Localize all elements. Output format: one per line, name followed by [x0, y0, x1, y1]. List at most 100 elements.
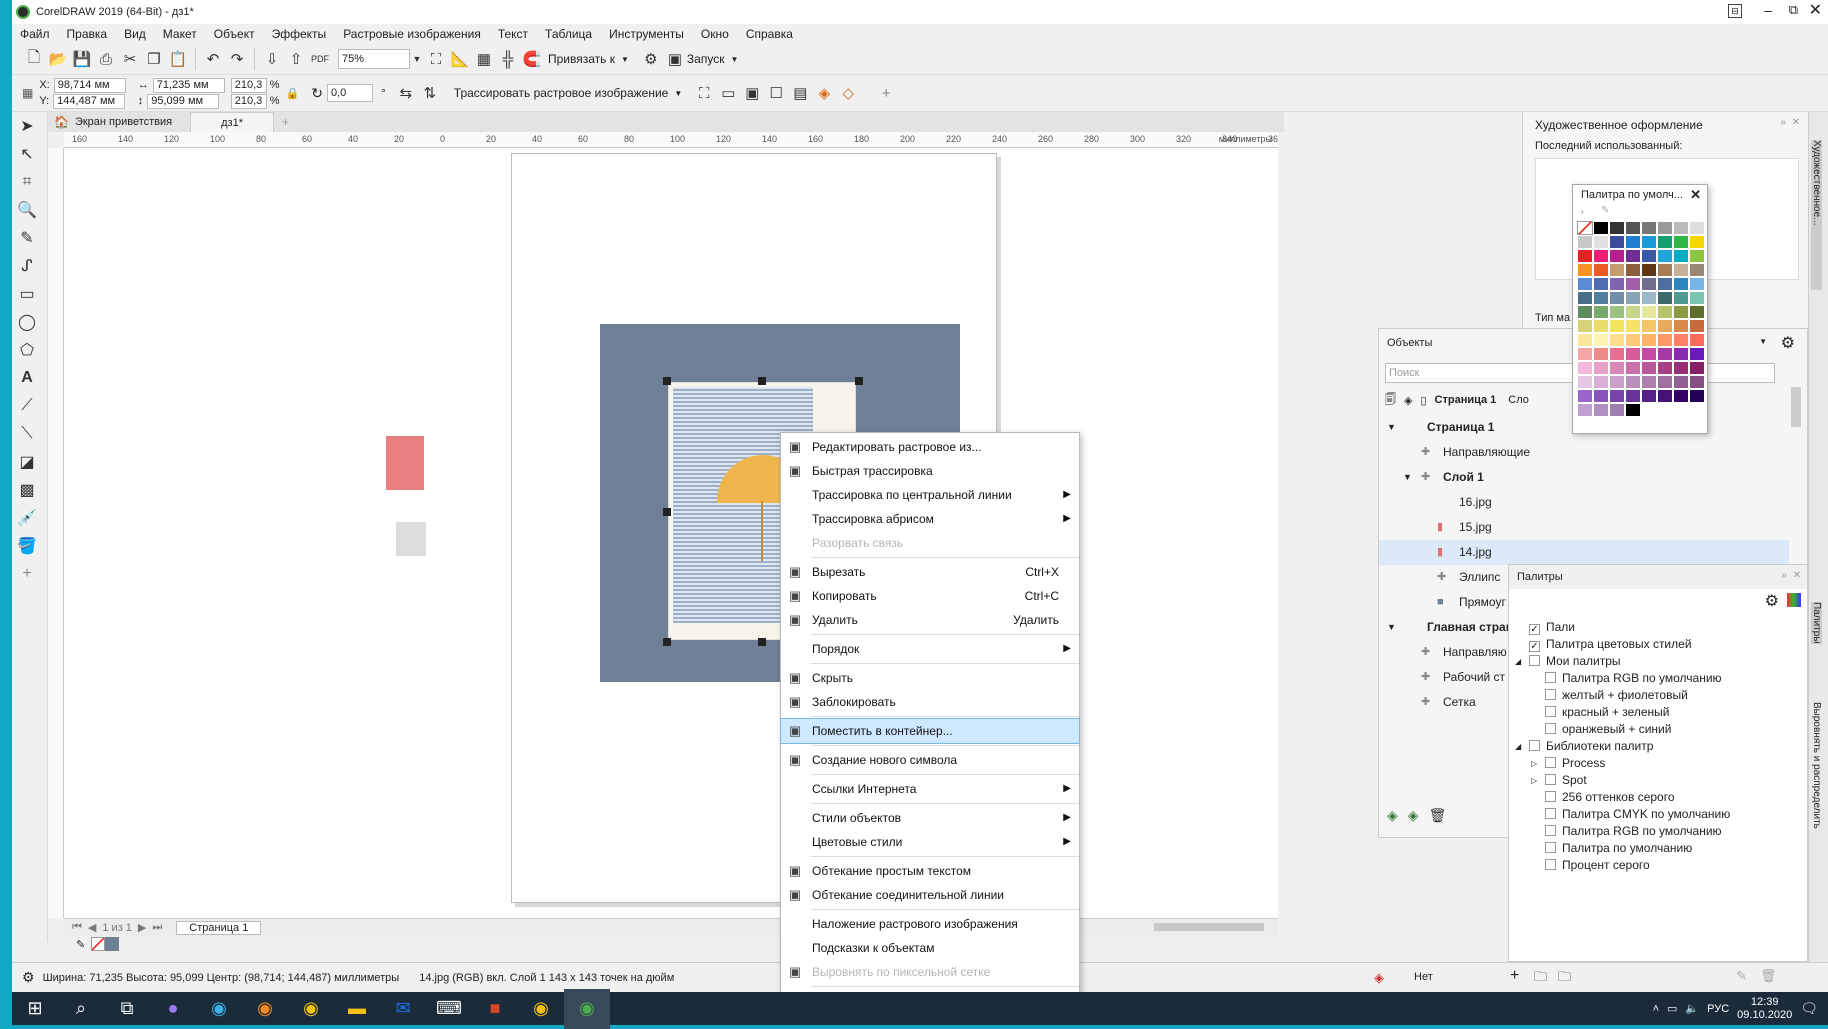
- menu-1[interactable]: Правка: [67, 27, 108, 41]
- objects-scrollbar[interactable]: [1791, 387, 1801, 427]
- color-swatch[interactable]: [1673, 347, 1689, 361]
- launch-dropdown[interactable]: Запуск: [687, 52, 725, 66]
- palette-tree-row[interactable]: желтый + фиолетовый: [1515, 687, 1795, 704]
- color-swatch[interactable]: [1689, 277, 1705, 291]
- new-master-layer-icon[interactable]: ◈: [1408, 807, 1419, 824]
- palette-tree-row[interactable]: ✓ Палитра цветовых стилей: [1515, 636, 1795, 653]
- color-swatch[interactable]: [1673, 305, 1689, 319]
- color-swatch[interactable]: [1593, 305, 1609, 319]
- snap-to-dropdown[interactable]: Привязать к: [548, 52, 615, 66]
- color-swatch[interactable]: [1689, 347, 1705, 361]
- object-tree-row[interactable]: ✚ Направляющие: [1379, 440, 1789, 465]
- coreldraw-taskbar-icon[interactable]: ◉: [564, 988, 610, 1029]
- selection-handle[interactable]: [663, 638, 671, 646]
- color-swatch[interactable]: [1577, 333, 1593, 347]
- color-swatch[interactable]: [1673, 319, 1689, 333]
- rotation-angle-input[interactable]: 0,0: [326, 84, 373, 102]
- horizontal-ruler[interactable]: миллиметры 160 140 120 100 80 60 40 20 0 20 40 60 80…: [64, 132, 1278, 148]
- color-swatch[interactable]: [1577, 347, 1593, 361]
- menu-11[interactable]: Справка: [746, 27, 793, 41]
- color-swatch[interactable]: [1657, 375, 1673, 389]
- vertical-ruler[interactable]: [48, 148, 64, 918]
- to-back-icon[interactable]: ◇: [836, 81, 860, 105]
- last-page-icon[interactable]: ⏭: [152, 921, 162, 934]
- image-16-thumbnail[interactable]: [396, 522, 426, 556]
- menu-9[interactable]: Инструменты: [609, 27, 684, 41]
- color-swatch[interactable]: [1625, 277, 1641, 291]
- close-window-icon[interactable]: ✕: [1809, 0, 1822, 20]
- color-swatch[interactable]: [1577, 277, 1593, 291]
- shape-tool-icon[interactable]: ↖: [12, 140, 42, 168]
- color-swatch[interactable]: [1593, 389, 1609, 403]
- color-swatch[interactable]: [1657, 347, 1673, 361]
- palette-tree-row[interactable]: ◢ Мои палитры: [1515, 653, 1795, 670]
- eyedropper-tool-icon[interactable]: 💉: [12, 504, 42, 532]
- color-swatch[interactable]: [1577, 221, 1593, 235]
- color-swatch[interactable]: [1577, 263, 1593, 277]
- height-input[interactable]: 95,099 мм: [147, 93, 220, 109]
- color-swatch[interactable]: [1625, 221, 1641, 235]
- palette-checkbox[interactable]: [1529, 655, 1540, 666]
- context-menu-item[interactable]: ▣ Поместить в контейнер...: [780, 718, 1080, 744]
- popup-eyedropper-icon[interactable]: ✎: [1601, 205, 1609, 216]
- color-swatch[interactable]: [1625, 403, 1641, 417]
- color-swatch[interactable]: [1593, 375, 1609, 389]
- color-swatch[interactable]: [1673, 263, 1689, 277]
- palette-checkbox[interactable]: [1529, 740, 1540, 751]
- palette-checkbox[interactable]: [1545, 672, 1556, 683]
- color-swatch[interactable]: [1641, 235, 1657, 249]
- new-tab-icon[interactable]: +: [282, 115, 289, 129]
- color-swatch[interactable]: [1641, 305, 1657, 319]
- color-swatch[interactable]: [1593, 361, 1609, 375]
- edge-icon[interactable]: ◉: [196, 989, 242, 1029]
- menu-6[interactable]: Растровые изображения: [343, 27, 481, 41]
- width-input[interactable]: 71,235 мм: [152, 77, 225, 93]
- layers-icon[interactable]: ◈: [1404, 394, 1412, 407]
- color-swatch[interactable]: [1609, 333, 1625, 347]
- delete-icon[interactable]: 🗑: [1429, 807, 1447, 824]
- color-swatch[interactable]: [1641, 361, 1657, 375]
- home-icon[interactable]: 🏠: [54, 115, 69, 129]
- drop-shadow-tool-icon[interactable]: ◪: [12, 448, 42, 476]
- color-swatch[interactable]: [1593, 403, 1609, 417]
- menu-2[interactable]: Вид: [124, 27, 146, 41]
- selection-handle[interactable]: [663, 508, 671, 516]
- color-swatch[interactable]: [1689, 389, 1705, 403]
- status-gear-icon[interactable]: ⚙: [22, 969, 35, 986]
- eyedropper-small-icon[interactable]: ✎: [76, 938, 85, 951]
- menu-0[interactable]: Файл: [20, 27, 50, 41]
- object-tree-row[interactable]: 16.jpg: [1379, 490, 1789, 515]
- context-menu-item[interactable]: ▣ Вырезать Ctrl+X: [781, 560, 1079, 584]
- palette-checkbox[interactable]: [1545, 791, 1556, 802]
- save-icon[interactable]: 💾: [70, 47, 94, 71]
- expand-icon[interactable]: ▼: [1387, 415, 1396, 440]
- color-swatch[interactable]: [1593, 249, 1609, 263]
- page-view-icon[interactable]: 🗐: [1385, 391, 1396, 410]
- color-swatch[interactable]: [1609, 291, 1625, 305]
- color-swatch[interactable]: [1673, 375, 1689, 389]
- task-view-icon[interactable]: ⧉: [104, 989, 150, 1029]
- freehand-tool-icon[interactable]: ✎: [12, 224, 42, 252]
- color-swatch[interactable]: [1689, 235, 1705, 249]
- restore-icon[interactable]: ⧉: [1789, 2, 1798, 18]
- menu-3[interactable]: Макет: [163, 27, 197, 41]
- context-menu-item[interactable]: Трассировка по центральной линии ▶: [781, 483, 1079, 507]
- clock[interactable]: 12:39 09.10.2020: [1737, 996, 1792, 1022]
- palette-tree-row[interactable]: ▷ Spot: [1515, 772, 1795, 789]
- color-swatch[interactable]: [1657, 249, 1673, 263]
- color-swatch[interactable]: [1625, 375, 1641, 389]
- tray-expand-icon[interactable]: ˄: [1653, 1003, 1659, 1015]
- new-document-icon[interactable]: 🗋: [22, 47, 46, 71]
- palette-checkbox[interactable]: [1545, 808, 1556, 819]
- color-swatch[interactable]: [1641, 249, 1657, 263]
- context-menu-item[interactable]: ▣ Создание нового символа: [781, 748, 1079, 772]
- color-swatch[interactable]: [1609, 263, 1625, 277]
- color-swatch[interactable]: [1609, 305, 1625, 319]
- color-swatch[interactable]: [1689, 305, 1705, 319]
- palette-tree-row[interactable]: красный + зеленый: [1515, 704, 1795, 721]
- prev-page-icon[interactable]: ◀: [88, 921, 96, 934]
- show-rulers-icon[interactable]: 📐: [448, 47, 472, 71]
- color-swatch[interactable]: [1689, 249, 1705, 263]
- zoom-dropdown-icon[interactable]: ▼: [410, 47, 424, 71]
- expand-icon[interactable]: ◢: [1515, 653, 1521, 670]
